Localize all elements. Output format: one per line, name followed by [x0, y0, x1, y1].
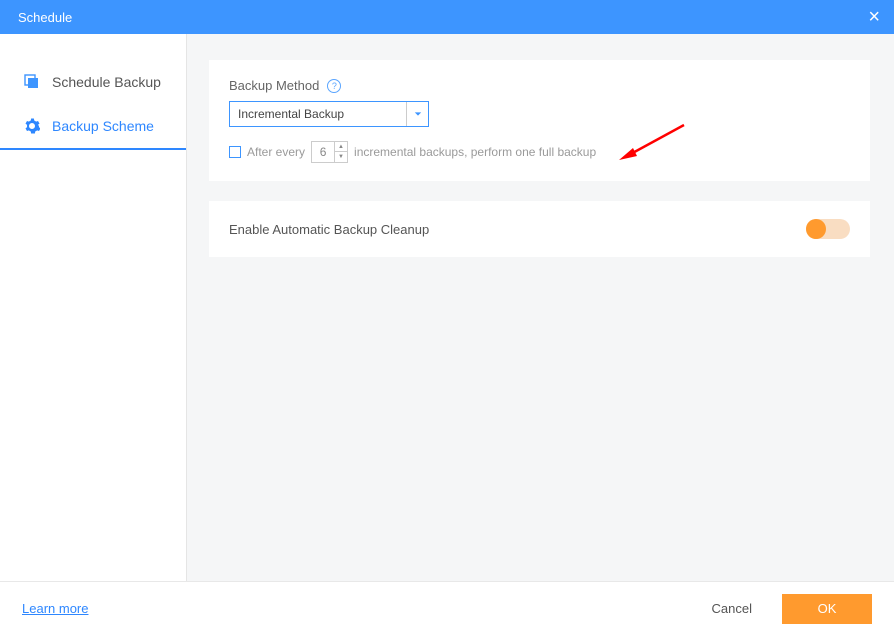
ok-button[interactable]: OK	[782, 594, 872, 624]
cleanup-label: Enable Automatic Backup Cleanup	[229, 222, 429, 237]
sidebar-item-label: Backup Scheme	[52, 118, 154, 134]
after-every-suffix: incremental backups, perform one full ba…	[354, 145, 596, 159]
window-title: Schedule	[18, 10, 72, 25]
backup-method-label: Backup Method	[229, 78, 319, 93]
learn-more-link[interactable]: Learn more	[22, 601, 88, 616]
backup-method-select[interactable]: Incremental Backup	[229, 101, 429, 127]
cleanup-panel: Enable Automatic Backup Cleanup	[209, 201, 870, 257]
help-icon[interactable]: ?	[327, 79, 341, 93]
after-every-spinner[interactable]: 6 ▲ ▼	[311, 141, 348, 163]
backup-method-label-row: Backup Method ?	[229, 78, 850, 93]
chevron-down-icon[interactable]	[406, 102, 428, 126]
spinner-buttons: ▲ ▼	[334, 142, 347, 162]
cancel-button[interactable]: Cancel	[690, 594, 774, 624]
main-content: Backup Method ? Incremental Backup After…	[187, 34, 894, 581]
sidebar-item-backup-scheme[interactable]: Backup Scheme	[0, 104, 186, 150]
sidebar-item-label: Schedule Backup	[52, 74, 161, 90]
after-every-checkbox[interactable]	[229, 146, 241, 158]
spinner-down-icon[interactable]: ▼	[335, 152, 347, 162]
footer: Learn more Cancel OK	[0, 581, 894, 635]
titlebar: Schedule ×	[0, 0, 894, 34]
stack-icon	[24, 74, 40, 90]
close-icon[interactable]: ×	[868, 7, 880, 27]
cleanup-row: Enable Automatic Backup Cleanup	[229, 219, 850, 239]
cleanup-toggle[interactable]	[806, 219, 850, 239]
spinner-up-icon[interactable]: ▲	[335, 142, 347, 152]
after-every-value: 6	[312, 145, 334, 159]
sidebar-item-schedule-backup[interactable]: Schedule Backup	[0, 60, 186, 104]
backup-method-panel: Backup Method ? Incremental Backup After…	[209, 60, 870, 181]
gear-icon	[24, 118, 40, 134]
body: Schedule Backup Backup Scheme Backup Met…	[0, 34, 894, 581]
after-every-row: After every 6 ▲ ▼ incremental backups, p…	[229, 141, 850, 163]
toggle-knob	[806, 219, 826, 239]
sidebar: Schedule Backup Backup Scheme	[0, 34, 187, 581]
backup-method-value: Incremental Backup	[230, 107, 406, 121]
after-every-prefix: After every	[247, 145, 305, 159]
